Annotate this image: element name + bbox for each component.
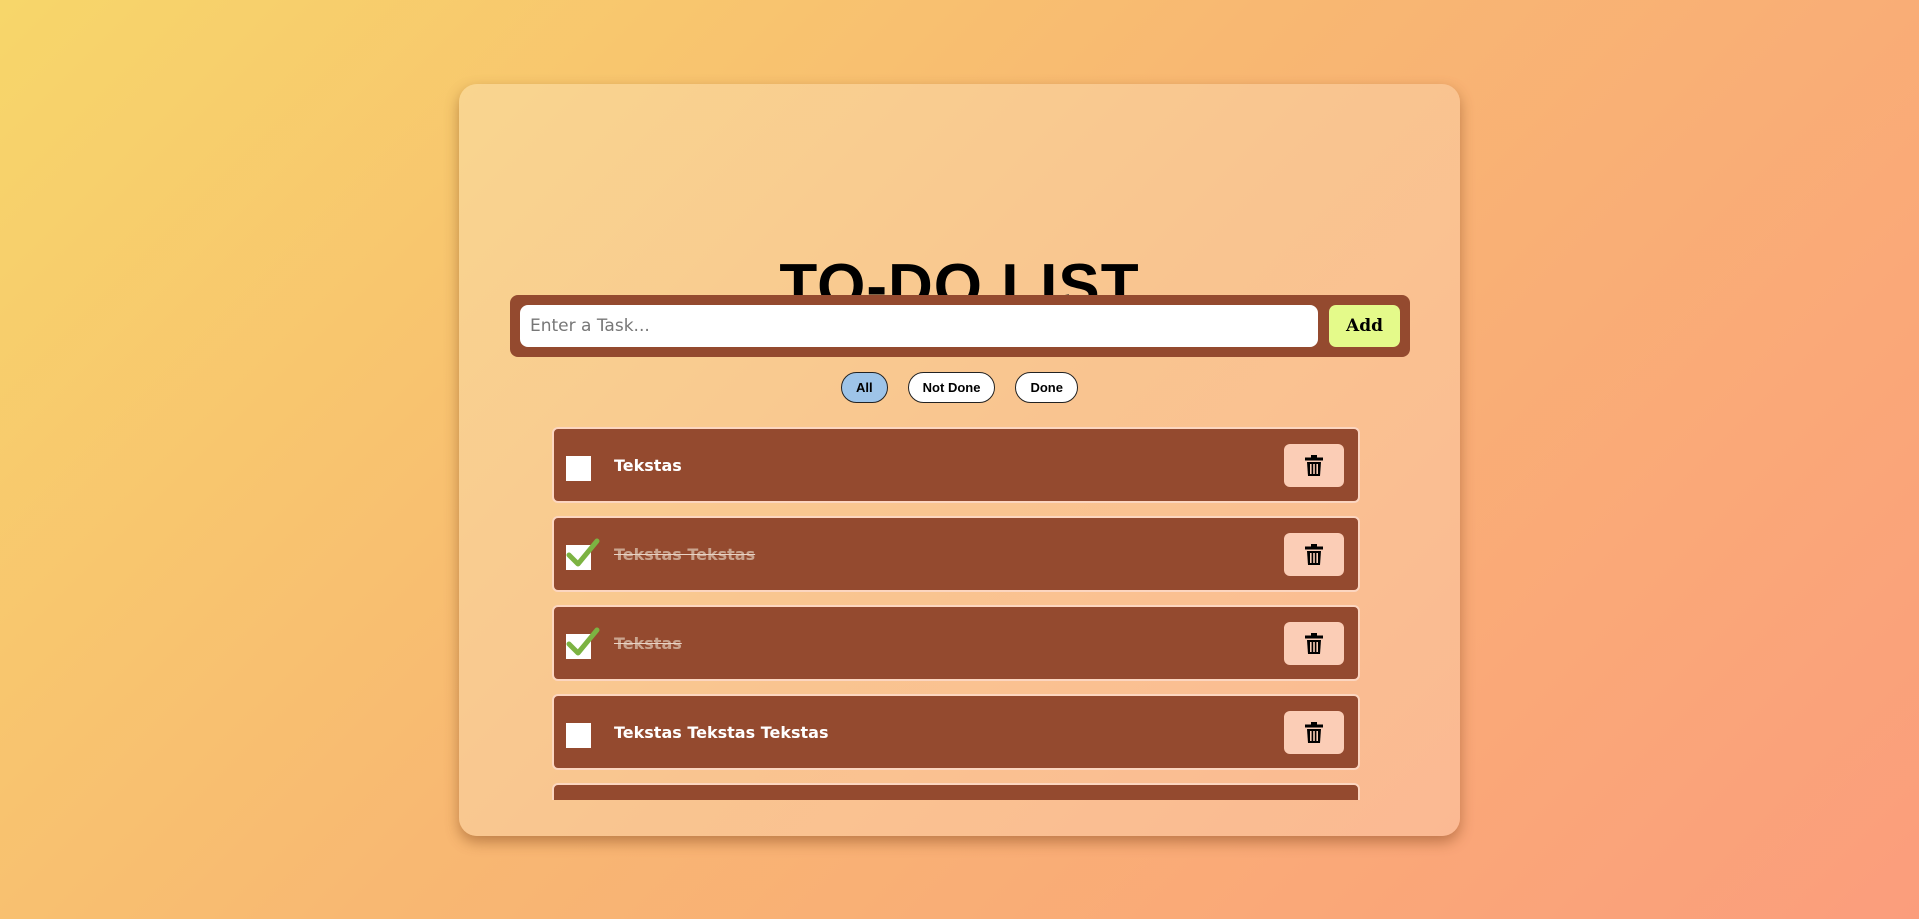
trash-icon — [1305, 722, 1323, 743]
task-checkbox[interactable] — [566, 538, 600, 570]
delete-task-button[interactable] — [1284, 533, 1344, 576]
task-item: Tekstas — [552, 605, 1360, 681]
task-list[interactable]: Tekstas Tekstas Tekstas Tekstas Tekstas … — [552, 427, 1360, 800]
task-text: Tekstas — [614, 634, 682, 653]
trash-icon — [1305, 455, 1323, 476]
task-item: Tekstas — [552, 427, 1360, 503]
trash-icon — [1305, 544, 1323, 565]
task-text: Tekstas Tekstas — [614, 545, 756, 564]
trash-icon — [1305, 633, 1323, 654]
task-item — [552, 783, 1360, 800]
task-checkbox[interactable] — [566, 723, 591, 748]
filter-group: All Not Done Done — [459, 372, 1460, 403]
checkmark-icon — [566, 538, 600, 567]
task-item: Tekstas Tekstas — [552, 516, 1360, 592]
task-text: Tekstas — [614, 456, 682, 475]
filter-all-button[interactable]: All — [841, 372, 888, 403]
filter-done-button[interactable]: Done — [1015, 372, 1078, 403]
todo-card: TO-DO LIST Add All Not Done Done Tekstas — [459, 84, 1460, 836]
task-checkbox[interactable] — [566, 456, 591, 481]
delete-task-button[interactable] — [1284, 444, 1344, 487]
delete-task-button[interactable] — [1284, 711, 1344, 754]
task-text: Tekstas Tekstas Tekstas — [614, 723, 829, 742]
filter-not-done-button[interactable]: Not Done — [907, 372, 996, 403]
task-item: Tekstas Tekstas Tekstas — [552, 694, 1360, 770]
task-checkbox[interactable] — [566, 627, 600, 659]
checkmark-icon — [566, 627, 600, 656]
task-input[interactable] — [520, 305, 1318, 347]
add-button[interactable]: Add — [1329, 305, 1400, 347]
delete-task-button[interactable] — [1284, 622, 1344, 665]
task-input-bar: Add — [510, 295, 1410, 357]
